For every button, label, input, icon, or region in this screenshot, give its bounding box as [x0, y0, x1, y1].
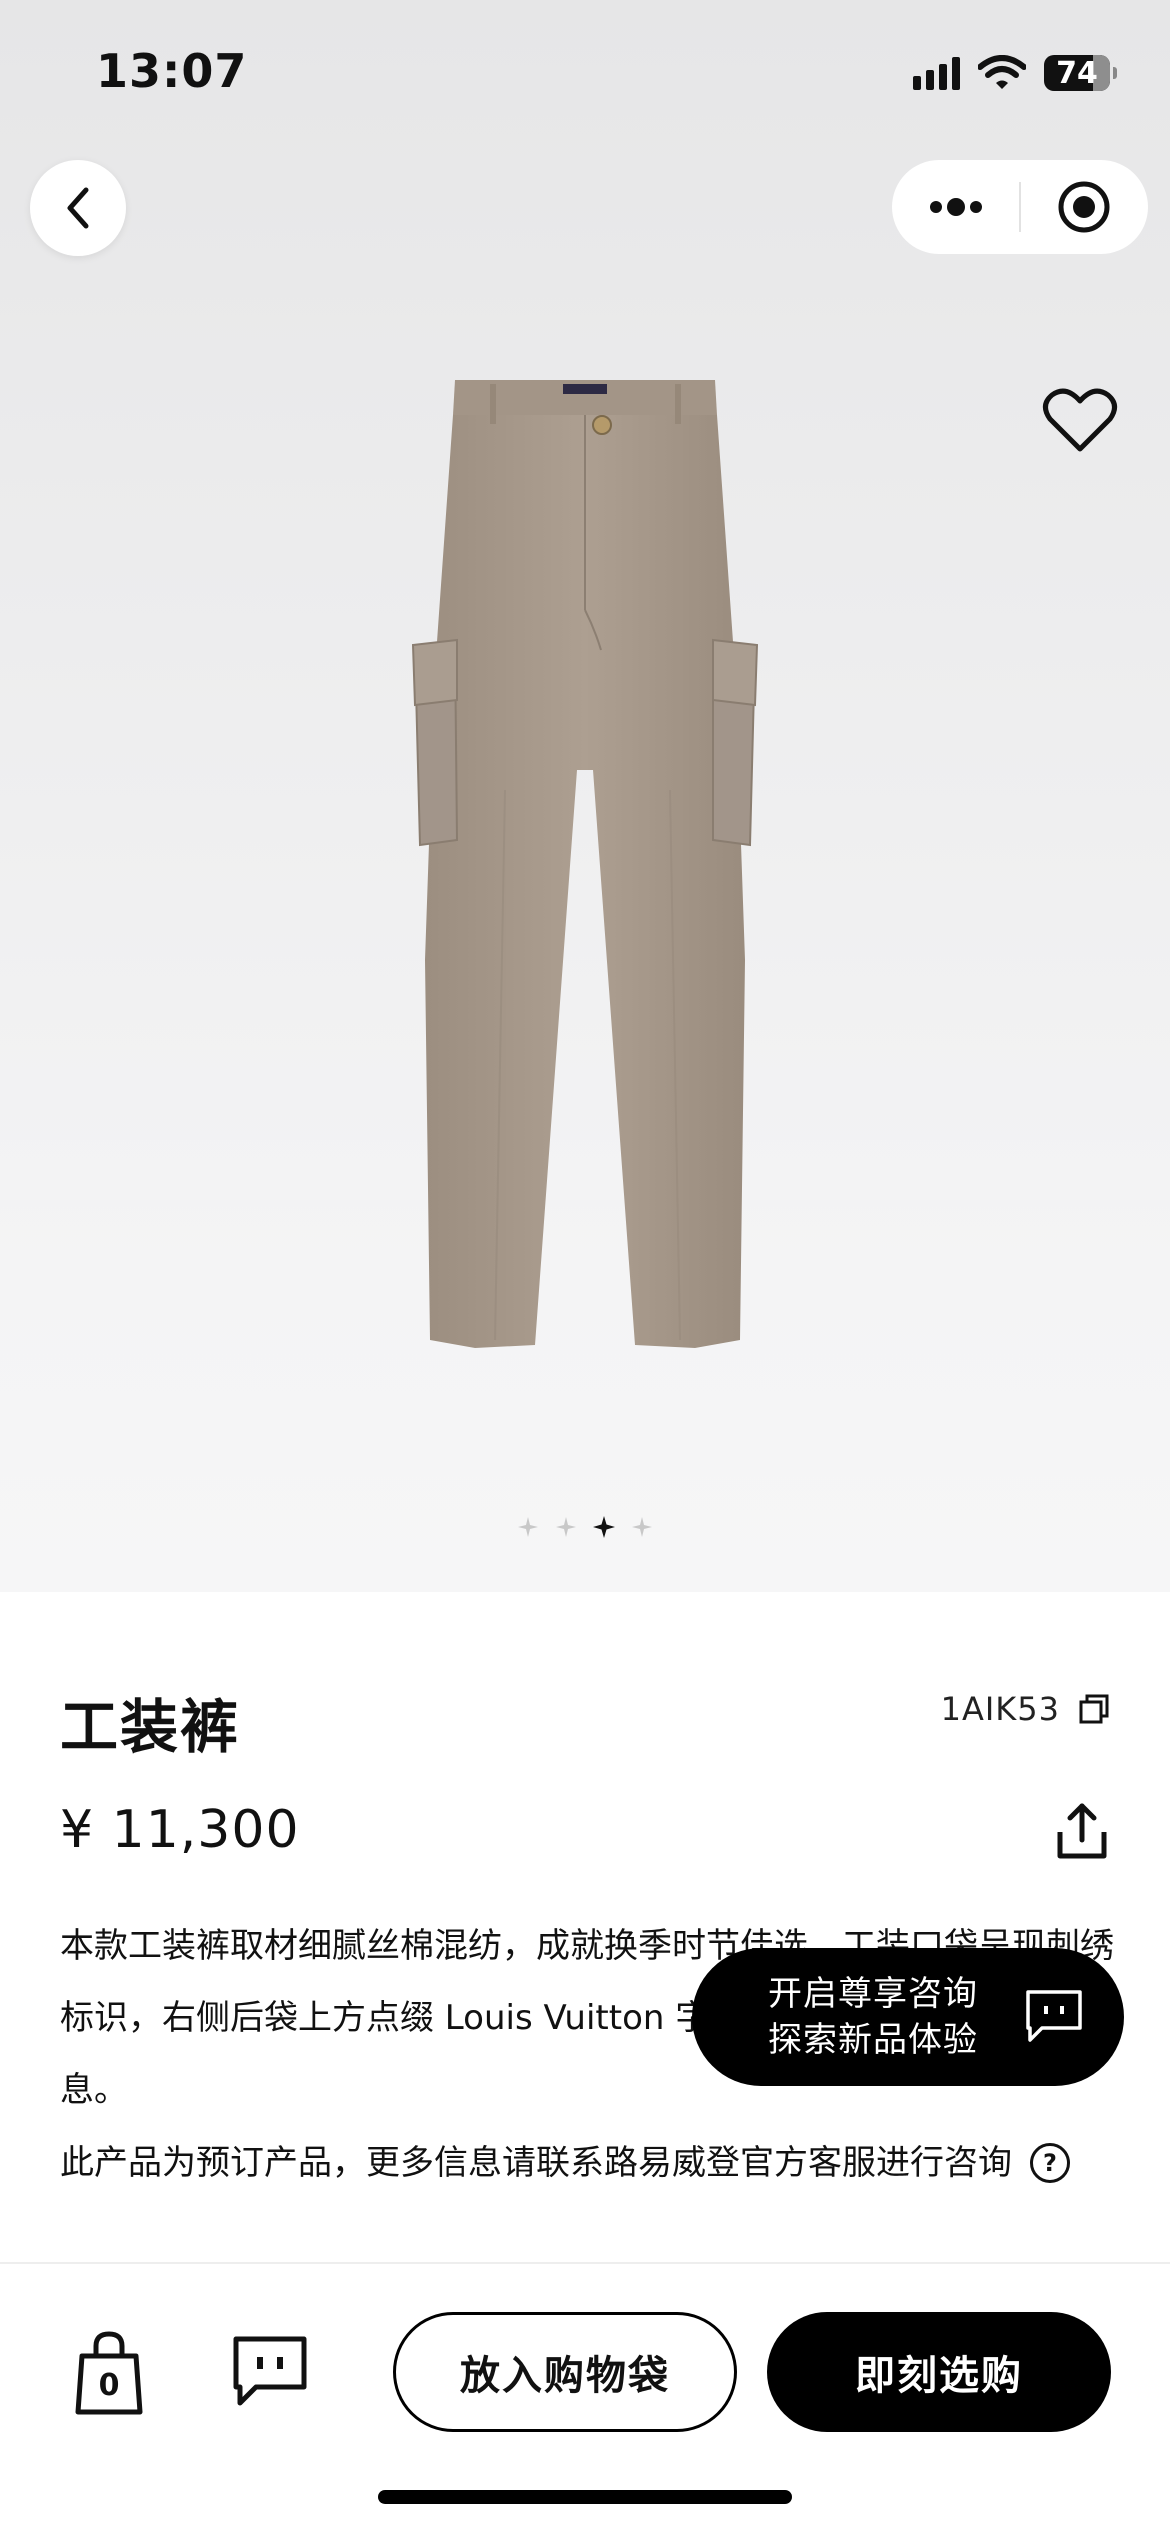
help-circle-icon[interactable]: ?	[1030, 2143, 1070, 2183]
carousel-indicator[interactable]	[0, 1515, 1170, 1539]
carousel-dot-active[interactable]	[592, 1515, 616, 1539]
buy-now-button[interactable]: 即刻选购	[767, 2312, 1111, 2432]
status-time: 13:07	[96, 44, 248, 98]
preorder-notice-text: 此产品为预订产品，更多信息请联系路易威登官方客服进行咨询	[60, 2143, 1012, 2183]
carousel-dot[interactable]	[516, 1515, 540, 1539]
wifi-icon	[978, 55, 1026, 89]
carousel-dot[interactable]	[554, 1515, 578, 1539]
battery-level: 74	[1056, 55, 1098, 91]
consult-line-2: 探索新品体验	[768, 2020, 978, 2060]
product-price: ¥ 11,300	[60, 1800, 300, 1860]
message-button[interactable]	[230, 2333, 310, 2409]
shopping-bag-button[interactable]: 0	[74, 2330, 144, 2416]
heart-outline-icon	[1043, 388, 1117, 452]
sku-row[interactable]: 1AIK53	[941, 1690, 1110, 1728]
close-mini-program-button[interactable]	[1021, 160, 1148, 254]
consult-line-1: 开启尊享咨询	[768, 1974, 978, 2014]
chevron-left-icon	[67, 187, 89, 229]
cellular-signal-icon	[913, 56, 960, 90]
target-circle-icon	[1058, 181, 1110, 233]
mini-program-capsule	[892, 160, 1148, 254]
message-icon	[233, 2336, 307, 2406]
bottom-divider	[0, 2262, 1170, 2264]
product-sku: 1AIK53	[940, 1690, 1060, 1728]
cargo-pants-image	[411, 380, 759, 1348]
product-title: 工装裤	[60, 1693, 241, 1761]
favorite-button[interactable]	[1040, 385, 1120, 455]
share-icon[interactable]	[1054, 1802, 1110, 1862]
battery-indicator: 74	[1044, 55, 1117, 91]
preorder-notice: 此产品为预订产品，更多信息请联系路易威登官方客服进行咨询 ?	[60, 2133, 1120, 2193]
back-button[interactable]	[30, 160, 126, 256]
carousel-dot[interactable]	[630, 1515, 654, 1539]
home-indicator[interactable]	[378, 2490, 792, 2504]
add-to-bag-button[interactable]: 放入购物袋	[393, 2312, 737, 2432]
status-icons: 74	[913, 48, 1117, 98]
consult-bubble-button[interactable]: 开启尊享咨询 探索新品体验	[692, 1948, 1124, 2086]
copy-icon[interactable]	[1078, 1693, 1110, 1725]
more-button[interactable]	[892, 160, 1019, 254]
more-dots-icon	[929, 198, 982, 216]
chat-bubble-icon	[1026, 1990, 1082, 2042]
bag-count: 0	[98, 2368, 120, 2403]
